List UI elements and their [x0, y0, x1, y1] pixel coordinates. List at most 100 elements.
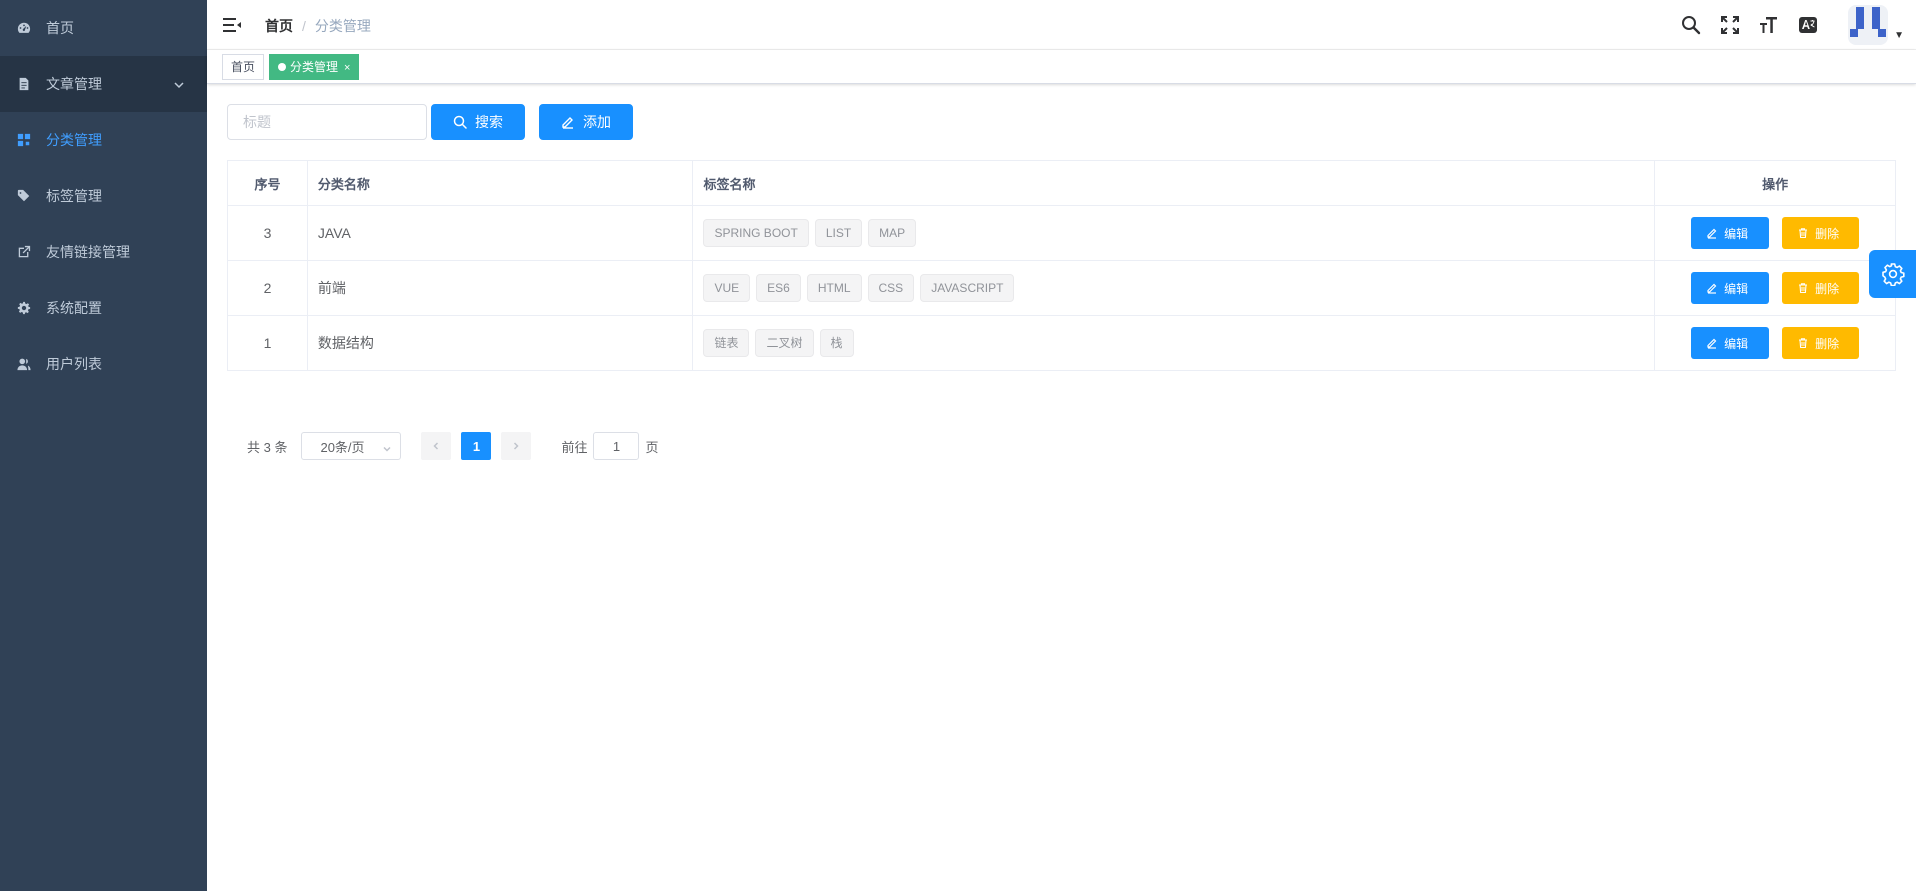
- delete-button-label: 删除: [1815, 281, 1840, 296]
- sidebar-item-label: 首页: [46, 20, 74, 36]
- tag-badge: ES6: [756, 274, 801, 302]
- trash-icon: [1799, 338, 1808, 349]
- navbar-right-menu: ▼: [1680, 0, 1916, 50]
- gear-icon: [17, 301, 31, 315]
- breadcrumb-separator: /: [302, 18, 306, 34]
- delete-button-label: 删除: [1815, 226, 1840, 241]
- external-link-icon: [17, 245, 31, 259]
- cell-category-name: 数据结构: [308, 316, 694, 370]
- goto-page-input[interactable]: [593, 432, 640, 460]
- active-dot-icon: [278, 63, 286, 71]
- tags-view-item-active[interactable]: 分类管理 ×: [269, 54, 360, 80]
- cell-tags: 链表 二叉树栈: [693, 316, 1656, 370]
- edit-icon: [1707, 338, 1717, 349]
- settings-panel-button[interactable]: [1869, 250, 1916, 298]
- tag-badge: 二叉树: [755, 329, 814, 357]
- cell-ops: 编辑 删除: [1655, 261, 1895, 315]
- category-icon: [17, 133, 31, 147]
- hamburger-icon[interactable]: [222, 15, 242, 35]
- header-ops: 操作: [1762, 176, 1789, 192]
- edit-button[interactable]: 编辑: [1691, 217, 1770, 249]
- search-button[interactable]: 搜索: [431, 104, 525, 140]
- font-size-icon[interactable]: [1758, 14, 1780, 36]
- page-size-select[interactable]: 20条/页: [301, 432, 402, 460]
- sidebar-item-label: 系统配置: [46, 300, 102, 316]
- cell-index: 3: [228, 206, 308, 260]
- chevron-down-icon: [173, 78, 185, 90]
- search-icon[interactable]: [1680, 14, 1702, 36]
- cell-index: 2: [228, 261, 308, 315]
- edit-button-label: 编辑: [1724, 336, 1749, 351]
- tags-view-item-home[interactable]: 首页: [222, 54, 265, 80]
- tag-badge: HTML: [806, 274, 862, 302]
- add-button-label: 添加: [583, 114, 611, 130]
- cell-ops: 编辑 删除: [1655, 316, 1895, 370]
- tag-badge: CSS: [867, 274, 915, 302]
- gear-icon: [1881, 263, 1905, 286]
- sidebar-item-label: 用户列表: [46, 356, 102, 372]
- sidebar-item-tags[interactable]: 标签管理: [0, 168, 207, 224]
- cell-category-name: 前端: [308, 261, 694, 315]
- chevron-right-icon: [514, 442, 520, 450]
- fullscreen-icon[interactable]: [1719, 14, 1741, 36]
- edit-icon: [1707, 228, 1717, 239]
- tag-badge: JAVASCRIPT: [920, 274, 1015, 302]
- cell-ops: 编辑 删除: [1655, 206, 1895, 260]
- header-name: 分类名称: [308, 161, 694, 205]
- header-tags: 标签名称: [693, 161, 1656, 205]
- table-row: 2 前端 VUE ES6 HTML CSS JAVASCRIPT 编辑 删除: [228, 261, 1895, 316]
- search-button-label: 搜索: [475, 114, 503, 130]
- page-size-value: 20条/页: [320, 439, 365, 455]
- edit-button[interactable]: 编辑: [1691, 272, 1770, 304]
- edit-icon: [1707, 283, 1717, 294]
- tags-view-item-label: 分类管理: [290, 60, 339, 74]
- page-jumper: 前往 页: [561, 432, 659, 460]
- trash-icon: [1799, 228, 1808, 239]
- header-index: 序号: [228, 161, 308, 205]
- delete-button[interactable]: 删除: [1782, 217, 1860, 249]
- sidebar-item-users[interactable]: 用户列表: [0, 336, 207, 392]
- translate-icon[interactable]: [1797, 14, 1819, 36]
- cell-tags: SPRING BOOT LIST MAP: [693, 206, 1656, 260]
- trash-icon: [1799, 283, 1808, 294]
- pagination: 共 3 条 20条/页 1 前往 页: [247, 432, 659, 460]
- caret-down-icon: ▼: [1894, 30, 1904, 41]
- tag-badge: MAP: [868, 219, 917, 247]
- avatar: [1848, 5, 1889, 45]
- tag-badge: VUE: [703, 274, 751, 302]
- main-content: 搜索 添加 序号 分类名称 标签名称 操作 3JAVASPRING BOOTLI…: [207, 84, 1916, 891]
- breadcrumb-current: 分类管理: [314, 18, 371, 34]
- sidebar-item-home[interactable]: 首页: [0, 0, 207, 56]
- delete-button[interactable]: 删除: [1782, 272, 1860, 304]
- tags-view: 首页 分类管理 ×: [207, 50, 1916, 84]
- sidebar-item-label: 标签管理: [46, 188, 102, 204]
- goto-suffix: 页: [645, 439, 659, 455]
- sidebar-item-categories[interactable]: 分类管理: [0, 112, 207, 168]
- title-search-input[interactable]: [227, 104, 427, 140]
- sidebar-item-label: 分类管理: [46, 132, 102, 148]
- page-number-current[interactable]: 1: [461, 432, 492, 460]
- category-table: 序号 分类名称 标签名称 操作 3 JAVA SPRING BOOT LIST MAP 编…: [227, 160, 1896, 371]
- breadcrumb-home[interactable]: 首页: [265, 16, 293, 36]
- avatar-dropdown[interactable]: ▼: [1848, 5, 1904, 45]
- delete-button-label: 删除: [1815, 336, 1840, 351]
- prev-page-button[interactable]: [421, 432, 452, 460]
- edit-button[interactable]: 编辑: [1691, 327, 1770, 359]
- edit-icon: [562, 117, 573, 129]
- sidebar-item-system-config[interactable]: 系统配置: [0, 280, 207, 336]
- table-body: 3 JAVA SPRING BOOT LIST MAP 编辑 删除 2 前端 VUE ES6 HTML…: [228, 206, 1895, 370]
- close-icon[interactable]: ×: [344, 62, 350, 74]
- cell-index: 1: [228, 316, 308, 370]
- sidebar-item-label: 文章管理: [46, 76, 102, 92]
- user-icon: [17, 357, 31, 371]
- add-button[interactable]: 添加: [539, 104, 633, 140]
- next-page-button[interactable]: [501, 432, 532, 460]
- sidebar-item-articles[interactable]: 文章管理: [0, 56, 207, 112]
- cell-tags: VUE ES6 HTML CSS JAVASCRIPT: [693, 261, 1656, 315]
- search-icon: [453, 115, 467, 129]
- chevron-down-icon: [382, 442, 392, 452]
- sidebar-item-friend-links[interactable]: 友情链接管理: [0, 224, 207, 280]
- delete-button[interactable]: 删除: [1782, 327, 1860, 359]
- tag-badge: SPRING BOOT: [703, 219, 809, 247]
- table-header: 序号 分类名称 标签名称 操作: [228, 161, 1895, 206]
